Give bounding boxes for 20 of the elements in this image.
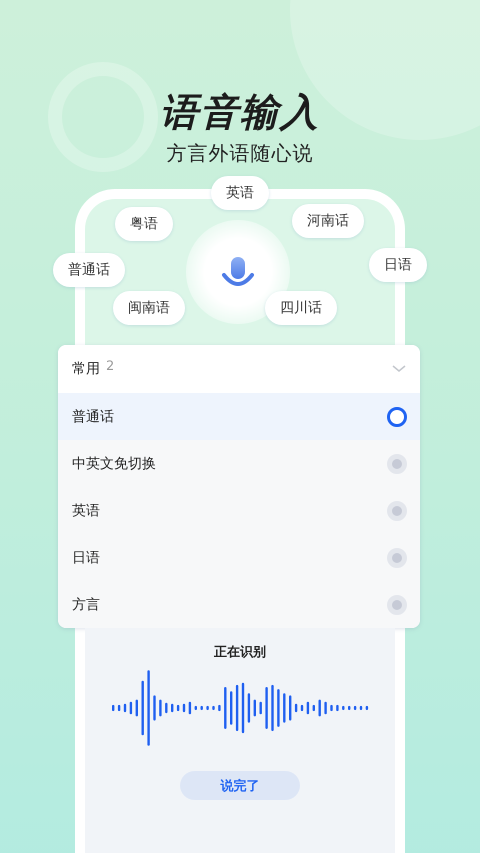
language-bubble[interactable]: 河南话 [292,204,364,238]
dropdown-count: 2 [106,358,114,374]
dropdown-label: 常用 [72,360,100,378]
page-title: 语音输入 [160,90,320,134]
language-bubble[interactable]: 闽南语 [113,291,185,325]
chevron-down-icon[interactable] [392,365,406,373]
language-option[interactable]: 中英文免切换 [58,440,420,487]
language-option[interactable]: 普通话 [58,393,420,440]
finish-button[interactable]: 说完了 [180,771,300,800]
subtitle: 方言外语随心说 [166,140,314,167]
language-bubble[interactable]: 四川话 [265,291,337,325]
language-option[interactable]: 英语 [58,487,420,534]
language-bubble[interactable]: 日语 [369,248,427,282]
status-text: 正在识别 [214,644,266,661]
microphone-icon [221,257,255,287]
language-bubble[interactable]: 英语 [211,176,269,210]
language-option[interactable]: 日语 [58,534,420,581]
radio-button[interactable] [387,406,407,426]
language-option[interactable]: 方言 [58,581,420,628]
language-bubble[interactable]: 普通话 [53,253,125,287]
